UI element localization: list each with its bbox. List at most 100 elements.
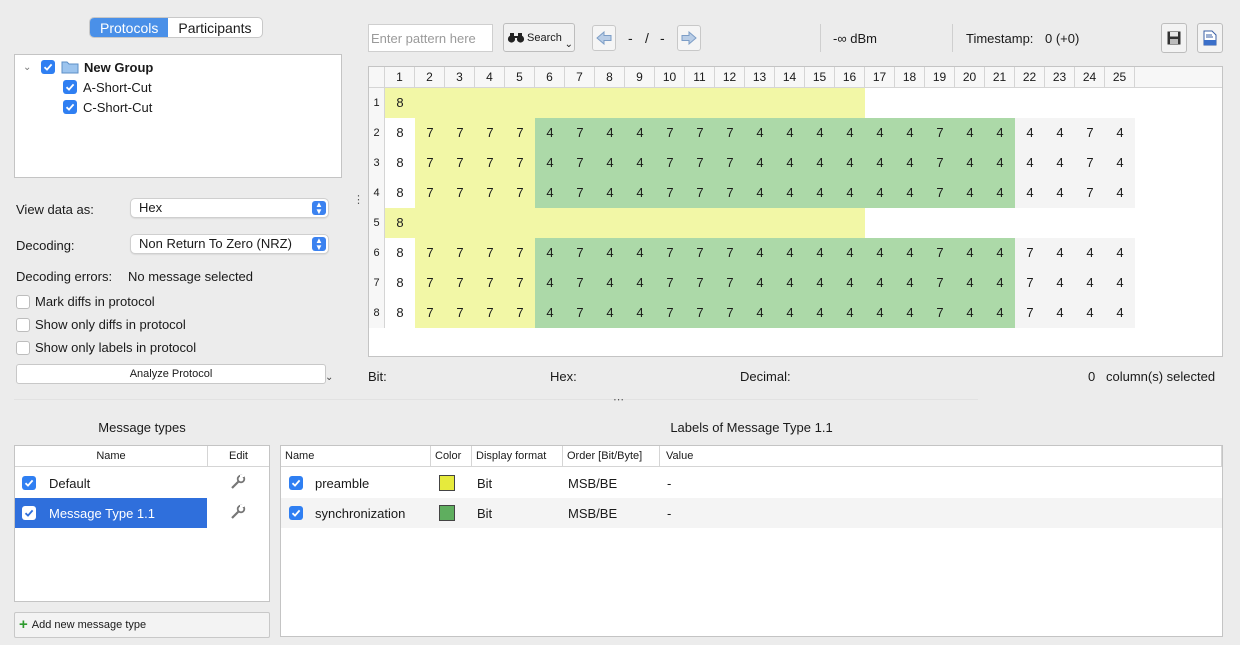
table-cell[interactable]: 7	[715, 118, 745, 148]
tree-group-row[interactable]: ⌄ New Group	[23, 57, 153, 77]
table-cell[interactable]: 4	[745, 238, 775, 268]
column-header[interactable]: 5	[505, 67, 535, 88]
table-cell[interactable]: 4	[625, 298, 655, 328]
table-cell[interactable]: 7	[445, 118, 475, 148]
table-cell[interactable]: 7	[1015, 268, 1045, 298]
table-cell[interactable]: 4	[775, 298, 805, 328]
table-cell[interactable]: 4	[535, 118, 565, 148]
table-cell[interactable]: 4	[985, 268, 1015, 298]
table-cell[interactable]: 8	[385, 238, 415, 268]
column-header[interactable]: 7	[565, 67, 595, 88]
label-checkbox[interactable]	[289, 506, 303, 520]
add-message-type-button[interactable]: + Add new message type	[14, 612, 270, 638]
table-cell[interactable]: 4	[985, 148, 1015, 178]
table-cell[interactable]: 7	[685, 298, 715, 328]
table-cell[interactable]: 4	[1105, 148, 1135, 178]
table-cell[interactable]: 4	[1105, 268, 1135, 298]
table-cell[interactable]: 4	[1045, 148, 1075, 178]
table-cell[interactable]: 4	[865, 238, 895, 268]
table-cell[interactable]: 4	[805, 238, 835, 268]
table-cell[interactable]: 4	[805, 148, 835, 178]
row-number[interactable]: 2	[369, 118, 385, 148]
save-button[interactable]	[1161, 23, 1187, 53]
column-header[interactable]: 17	[865, 67, 895, 88]
row-number[interactable]: 4	[369, 178, 385, 208]
column-header[interactable]: 25	[1105, 67, 1135, 88]
table-cell[interactable]: 4	[1075, 298, 1105, 328]
table-cell[interactable]: 7	[1015, 238, 1045, 268]
item-checkbox[interactable]	[63, 100, 77, 114]
table-cell[interactable]: 4	[805, 178, 835, 208]
table-cell[interactable]: 7	[1015, 298, 1045, 328]
next-result-button[interactable]	[677, 25, 701, 51]
table-cell[interactable]: 7	[925, 118, 955, 148]
table-cell[interactable]: 4	[625, 118, 655, 148]
table-cell[interactable]: 8	[385, 118, 415, 148]
table-cell[interactable]: 4	[985, 238, 1015, 268]
table-cell[interactable]: 7	[565, 298, 595, 328]
table-cell[interactable]: 7	[565, 268, 595, 298]
table-row[interactable]: 78777747447774444447447444	[369, 268, 1222, 298]
column-header[interactable]: 12	[715, 67, 745, 88]
splitter[interactable]	[14, 399, 978, 402]
table-cell[interactable]: 7	[1075, 118, 1105, 148]
table-cell[interactable]: 4	[895, 178, 925, 208]
table-cell[interactable]: 4	[595, 268, 625, 298]
table-cell[interactable]: 7	[445, 268, 475, 298]
row-number[interactable]: 8	[369, 298, 385, 328]
table-cell[interactable]: 7	[715, 298, 745, 328]
table-cell[interactable]: 7	[565, 148, 595, 178]
table-cell[interactable]: 7	[415, 298, 445, 328]
table-row[interactable]: 28777747447774444447444474	[369, 118, 1222, 148]
table-cell[interactable]: 4	[745, 298, 775, 328]
table-cell[interactable]: 7	[505, 268, 535, 298]
only-labels-checkbox[interactable]	[16, 340, 30, 355]
table-cell[interactable]: 8	[385, 268, 415, 298]
table-cell[interactable]: 7	[475, 298, 505, 328]
table-cell[interactable]: 4	[955, 148, 985, 178]
table-cell[interactable]: 4	[745, 148, 775, 178]
column-header-order[interactable]: Order [Bit/Byte]	[563, 446, 660, 467]
column-header[interactable]: 20	[955, 67, 985, 88]
column-header[interactable]: 8	[595, 67, 625, 88]
message-type-checkbox[interactable]	[22, 506, 36, 520]
table-cell[interactable]: 7	[445, 148, 475, 178]
table-cell[interactable]: 4	[1105, 298, 1135, 328]
table-cell[interactable]: 7	[565, 178, 595, 208]
table-cell[interactable]: 4	[895, 118, 925, 148]
table-cell[interactable]: 7	[565, 238, 595, 268]
table-cell[interactable]: 4	[865, 298, 895, 328]
column-header[interactable]: 21	[985, 67, 1015, 88]
item-checkbox[interactable]	[63, 80, 77, 94]
column-header[interactable]: 10	[655, 67, 685, 88]
column-header[interactable]: 13	[745, 67, 775, 88]
table-cell[interactable]: 7	[655, 148, 685, 178]
table-cell[interactable]: 8	[385, 208, 415, 238]
chevron-down-icon[interactable]: ⌄	[325, 372, 333, 383]
label-row[interactable]: synchronization Bit MSB/BE -	[281, 498, 1222, 528]
table-cell[interactable]: 8	[385, 298, 415, 328]
table-cell[interactable]: 4	[1105, 118, 1135, 148]
analyze-protocol-button[interactable]: Analyze Protocol	[16, 364, 326, 384]
table-cell[interactable]: 7	[445, 238, 475, 268]
table-cell[interactable]: 4	[1075, 268, 1105, 298]
table-cell[interactable]: 7	[475, 238, 505, 268]
column-header[interactable]: 18	[895, 67, 925, 88]
table-cell[interactable]: 4	[835, 118, 865, 148]
row-number[interactable]: 7	[369, 268, 385, 298]
table-cell[interactable]: 7	[925, 268, 955, 298]
table-cell[interactable]: 4	[1015, 148, 1045, 178]
chevron-down-icon[interactable]: ⌄	[23, 62, 39, 73]
only-diffs-option[interactable]: Show only diffs in protocol	[16, 317, 186, 332]
splitter-handle[interactable]: ⋯	[613, 393, 624, 406]
table-cell[interactable]: 4	[895, 298, 925, 328]
table-cell[interactable]: 4	[625, 178, 655, 208]
table-cell[interactable]: 7	[475, 118, 505, 148]
table-cell[interactable]: 4	[865, 118, 895, 148]
table-cell[interactable]: 4	[1015, 118, 1045, 148]
table-cell[interactable]: 4	[955, 238, 985, 268]
table-cell[interactable]: 7	[445, 298, 475, 328]
column-header[interactable]: 6	[535, 67, 565, 88]
wrench-icon[interactable]	[230, 474, 246, 493]
table-cell[interactable]: 7	[655, 268, 685, 298]
